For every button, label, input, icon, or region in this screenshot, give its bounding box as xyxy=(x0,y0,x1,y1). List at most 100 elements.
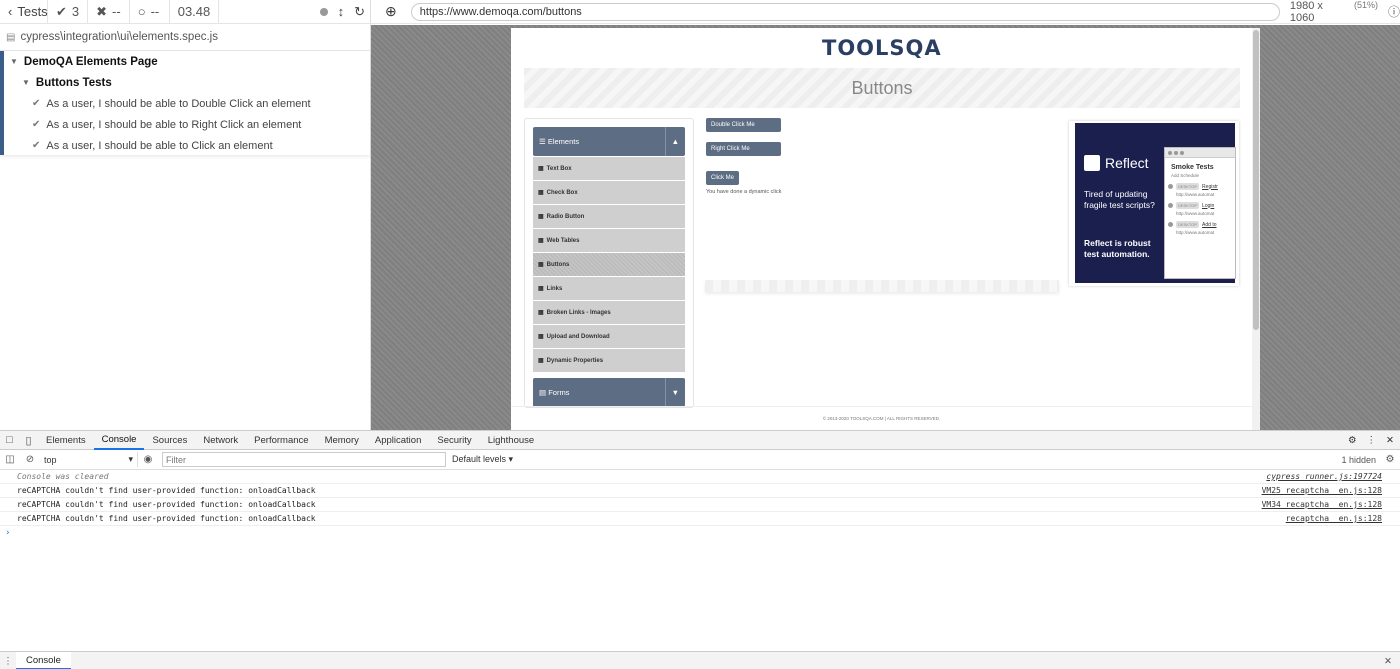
menu-item-dynamic-properties[interactable]: ▦ Dynamic Properties xyxy=(533,349,685,372)
drawer-tab-console[interactable]: Console xyxy=(16,652,71,669)
dropdown-arrow-icon: ▾ xyxy=(508,454,514,464)
logo-tools: TOOLS xyxy=(822,36,906,60)
console-source-link[interactable]: VM25 recaptcha__en.js:128 xyxy=(1262,486,1382,495)
rerun-button[interactable]: ↻ xyxy=(349,0,370,24)
row-link: Registr xyxy=(1202,183,1218,190)
toolsqa-logo[interactable]: TOOLSQA xyxy=(822,36,942,60)
ad-window-bar xyxy=(1165,148,1235,158)
levels-dropdown[interactable]: Default levels ▾ xyxy=(452,454,513,465)
test-label: As a user, I should be able to Double Cl… xyxy=(46,97,311,110)
menu-icon: ▦ xyxy=(538,334,544,340)
tab-application[interactable]: Application xyxy=(367,431,429,450)
auto-scroll-toggle[interactable]: ↕ xyxy=(333,0,350,24)
menu-item-radio-button[interactable]: ▦ Radio Button xyxy=(533,205,685,228)
group-header-forms[interactable]: ▤ Forms ▼ xyxy=(533,378,685,407)
console-source-link[interactable]: recaptcha__en.js:128 xyxy=(1286,514,1382,523)
clear-console-icon[interactable]: ⊘ xyxy=(20,454,40,465)
tab-elements[interactable]: Elements xyxy=(38,431,94,450)
inspect-icon[interactable]: □ xyxy=(0,434,19,446)
header-spacer xyxy=(219,0,314,24)
check-icon: ✔ xyxy=(32,98,41,109)
subsuite-title[interactable]: ▼ Buttons Tests xyxy=(4,72,370,93)
gear-icon[interactable]: ⚙ xyxy=(1380,454,1400,465)
row-dot-icon xyxy=(1168,203,1173,208)
url-input[interactable]: https://www.demoqa.com/buttons xyxy=(410,2,1280,21)
close-icon[interactable]: ✕ xyxy=(1386,435,1394,446)
menu-label: Broken Links - Images xyxy=(546,309,611,316)
sidebar-toggle-icon[interactable]: ◫ xyxy=(0,454,20,465)
viewport-dimensions: 1980 x 1060 xyxy=(1289,0,1323,24)
click-me-button[interactable]: Click Me xyxy=(706,171,740,185)
console-prompt[interactable]: › xyxy=(0,526,1400,540)
passed-count: ✔ 3 xyxy=(48,0,89,24)
reflect-ad[interactable]: Reflect Tired of updating fragile test s… xyxy=(1069,121,1239,286)
hamburger-icon: ☰ xyxy=(539,137,546,146)
spec-path[interactable]: ▤ cypress\integration\ui\elements.spec.j… xyxy=(0,24,370,51)
tab-sources[interactable]: Sources xyxy=(144,431,195,450)
scrollbar-thumb[interactable] xyxy=(1253,30,1259,330)
menu-label: Links xyxy=(546,285,563,292)
menu-item-broken-links[interactable]: ▦ Broken Links - Images xyxy=(533,301,685,324)
group-header-elements[interactable]: ☰ Elements ▲ xyxy=(533,127,685,156)
gear-icon[interactable]: ⚙ xyxy=(1348,435,1357,446)
menu-label: Buttons xyxy=(546,261,570,268)
logo-qa: QA xyxy=(905,36,942,60)
kebab-menu-icon[interactable]: ⋮ xyxy=(0,656,16,667)
menu-item-check-box[interactable]: ▦ Check Box xyxy=(533,181,685,204)
viewport-size[interactable]: 1980 x 1060 (51%) xyxy=(1290,0,1378,24)
caret-down-icon: ▼ xyxy=(10,57,18,66)
buttons-area: Double Click Me Right Click Me Click Me … xyxy=(706,118,782,195)
menu-item-buttons[interactable]: ▦ Buttons xyxy=(533,253,685,276)
test-label: As a user, I should be able to Right Cli… xyxy=(46,118,302,131)
double-click-button[interactable]: Double Click Me xyxy=(706,118,782,132)
check-icon: ✔ xyxy=(32,140,41,151)
console-toolbar: ◫ ⊘ top ▾ ◉ Filter Default levels ▾ 1 hi… xyxy=(0,450,1400,470)
caret-down-icon: ▼ xyxy=(22,78,30,87)
context-select[interactable]: top ▾ xyxy=(40,452,138,467)
test-item[interactable]: ✔ As a user, I should be able to Click a… xyxy=(4,135,370,156)
menu-label: Web Tables xyxy=(546,237,580,244)
ad-shot-row-url: http://www.automat xyxy=(1176,192,1215,197)
console-source-link[interactable]: VM34 recaptcha__en.js:128 xyxy=(1262,500,1382,509)
menu-item-links[interactable]: ▦ Links xyxy=(533,277,685,300)
info-icon[interactable]: ⓘ xyxy=(1388,3,1400,20)
kebab-menu-icon[interactable]: ⋮ xyxy=(1367,435,1377,446)
tab-security[interactable]: Security xyxy=(429,431,479,450)
hidden-count: 1 hidden xyxy=(1341,454,1376,465)
tab-memory[interactable]: Memory xyxy=(317,431,367,450)
tab-console[interactable]: Console xyxy=(93,431,145,450)
duration: 03.48 xyxy=(170,0,220,24)
tests-button[interactable]: ‹ Tests xyxy=(0,0,48,24)
test-item[interactable]: ✔ As a user, I should be able to Right C… xyxy=(4,114,370,135)
x-icon: ✖ xyxy=(96,3,108,19)
reporter-header: ‹ Tests ✔ 3 ✖ -- ○ -- 03.48 ↕ ↻ xyxy=(0,0,370,24)
collapse-icon: ▲ xyxy=(664,127,679,156)
suite-title[interactable]: ▼ DemoQA Elements Page xyxy=(4,51,370,72)
tab-performance[interactable]: Performance xyxy=(246,431,316,450)
right-click-button[interactable]: Right Click Me xyxy=(706,142,782,156)
row-pill: DESKTOP xyxy=(1176,221,1200,228)
aut-scrollbar[interactable] xyxy=(1252,28,1260,430)
chevron-left-icon: ‹ xyxy=(8,4,13,19)
eye-icon[interactable]: ◉ xyxy=(138,454,158,465)
group-label: ☰ Elements xyxy=(539,137,579,146)
passed-value: 3 xyxy=(71,4,80,19)
filter-input[interactable]: Filter xyxy=(162,452,446,467)
menu-icon: ▦ xyxy=(538,166,544,172)
selector-playground-button[interactable]: ⊕ xyxy=(371,3,411,20)
pending-count: ○ -- xyxy=(130,0,170,24)
test-label: As a user, I should be able to Click an … xyxy=(46,139,273,152)
tab-network[interactable]: Network xyxy=(195,431,246,450)
menu-item-text-box[interactable]: ▦ Text Box xyxy=(533,157,685,180)
test-item[interactable]: ✔ As a user, I should be able to Double … xyxy=(4,93,370,114)
device-toolbar-icon[interactable]: ▯ xyxy=(19,434,38,447)
console-source-link[interactable]: cypress_runner.js:197724 xyxy=(1266,472,1382,481)
menu-icon: ▦ xyxy=(538,358,544,364)
ad-shot-sub: Add Schedule xyxy=(1171,173,1200,178)
menu-item-web-tables[interactable]: ▦ Web Tables xyxy=(533,229,685,252)
menu-icon: ▦ xyxy=(538,286,544,292)
menu-item-upload-download[interactable]: ▦ Upload and Download xyxy=(533,325,685,348)
menu-icon: ▦ xyxy=(538,262,544,268)
close-icon[interactable]: ✕ xyxy=(1384,656,1400,667)
tab-lighthouse[interactable]: Lighthouse xyxy=(480,431,542,450)
